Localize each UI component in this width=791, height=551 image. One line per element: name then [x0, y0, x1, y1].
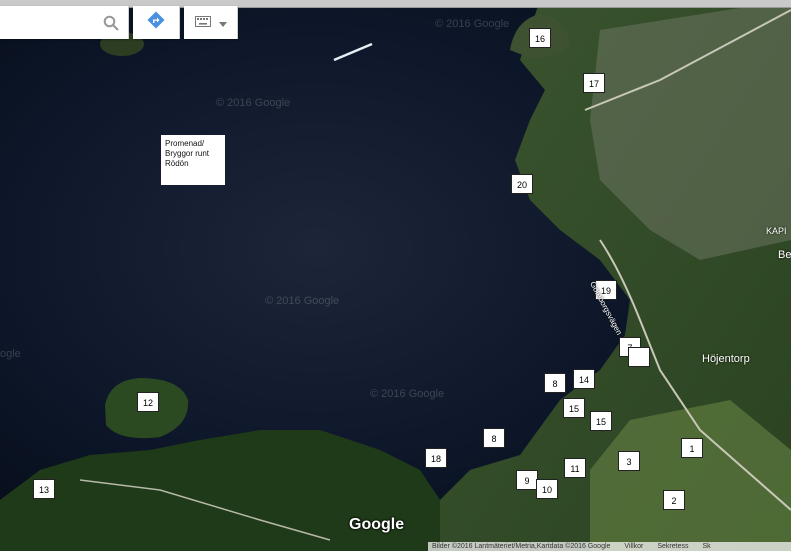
google-logo: Google	[349, 516, 405, 533]
map-marker[interactable]: 8	[483, 428, 505, 448]
map-marker[interactable]: 1	[681, 438, 703, 458]
map-marker[interactable]: 8	[544, 373, 566, 393]
input-tools-button[interactable]	[184, 6, 238, 39]
search-box[interactable]	[0, 6, 129, 39]
map-attribution: Bilder ©2016 Lantmäteriet/Metria,Kartdat…	[428, 542, 791, 551]
map-marker[interactable]: 10	[536, 479, 558, 499]
privacy-link[interactable]: Sekretess	[657, 542, 688, 551]
map-marker[interactable]: 13	[33, 479, 55, 499]
map-watermark: © 2016 Google	[265, 295, 340, 307]
map-marker[interactable]: 2	[663, 490, 685, 510]
map-watermark: ogle	[0, 348, 21, 360]
map-marker[interactable]: 12	[137, 392, 159, 412]
map-marker[interactable]: 3	[618, 451, 640, 471]
keyboard-icon	[194, 14, 211, 32]
map-marker[interactable]: 9	[516, 470, 538, 490]
place-label: KAPI	[766, 226, 787, 236]
satellite-map[interactable]	[0, 0, 791, 551]
map-watermark: © 2016 Google	[435, 18, 510, 30]
map-marker[interactable]: 15	[563, 398, 585, 418]
search-icon[interactable]	[96, 8, 126, 38]
map-toolbar	[0, 6, 238, 39]
map-marker[interactable]: 17	[583, 73, 605, 93]
walk-note: Promenad/ Bryggor runt Rödön	[161, 135, 225, 185]
note-line: Bryggor runt	[165, 149, 210, 158]
directions-button[interactable]	[133, 6, 180, 39]
imagery-credit: Bilder ©2016 Lantmäteriet/Metria,Kartdat…	[432, 543, 611, 550]
map-marker[interactable]: 18	[425, 448, 447, 468]
directions-icon	[147, 11, 165, 34]
map-marker[interactable]: 20	[511, 174, 533, 194]
note-line: Promenad/	[165, 139, 205, 148]
terms-link[interactable]: Villkor	[624, 542, 643, 551]
chevron-down-icon[interactable]	[218, 14, 227, 32]
map-marker[interactable]: 15	[590, 411, 612, 431]
map-marker[interactable]: 16	[529, 28, 551, 48]
map-marker[interactable]	[628, 347, 650, 367]
map-marker[interactable]: 11	[564, 458, 586, 478]
map-watermark: © 2016 Google	[216, 97, 291, 109]
map-watermark: © 2016 Google	[370, 388, 445, 400]
scale-label: Sk	[702, 543, 711, 550]
place-label: Höjentorp	[702, 353, 750, 365]
note-line: Rödön	[165, 159, 189, 168]
map-marker[interactable]: 14	[573, 369, 595, 389]
place-label: Be	[778, 249, 791, 261]
